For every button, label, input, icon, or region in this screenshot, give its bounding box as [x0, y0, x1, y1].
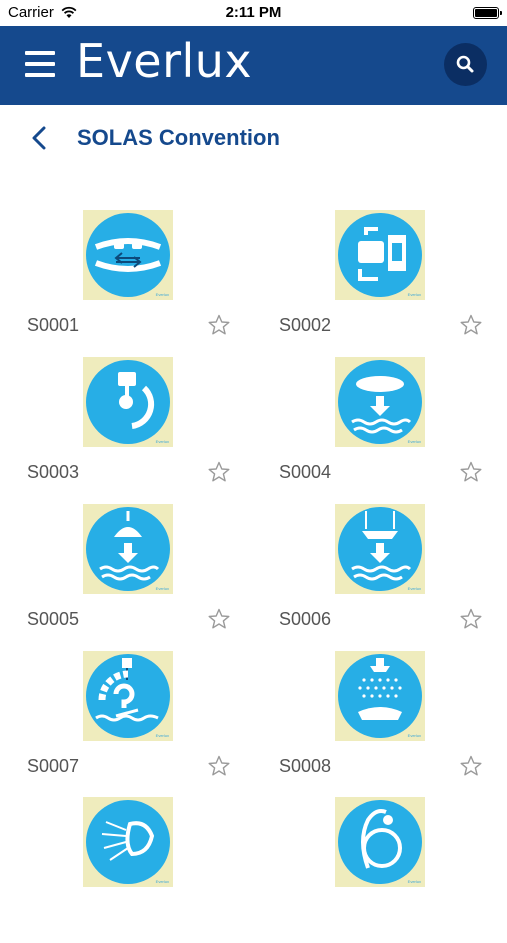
- sign-card: Everlux S0005: [27, 504, 272, 650]
- sign-card: Everlux S0008: [279, 651, 507, 797]
- star-outline-icon[interactable]: [208, 314, 230, 336]
- lifejacket-fasten-icon: [94, 238, 162, 272]
- battery-icon: [473, 7, 502, 19]
- clock: 2:11 PM: [225, 4, 282, 21]
- page-title: SOLAS Convention: [77, 125, 280, 150]
- search-icon: [456, 55, 474, 73]
- star-outline-icon[interactable]: [460, 608, 482, 630]
- sign-code: S0001: [27, 315, 80, 335]
- nav-bar: SOLAS Convention: [0, 105, 507, 171]
- sign-thumbnail[interactable]: Everlux: [335, 797, 425, 887]
- liferaft-lower-icon: [351, 376, 412, 434]
- sign-code: S0004: [279, 462, 332, 482]
- search-button[interactable]: [444, 43, 487, 86]
- sign-code: S0008: [279, 756, 332, 776]
- star-outline-icon[interactable]: [208, 461, 230, 483]
- status-bar: Carrier 2:11 PM: [0, 0, 507, 26]
- sprinkler-raft-icon: [358, 658, 402, 720]
- sign-card: Everlux S0003: [27, 357, 272, 503]
- sign-card: Everlux S0001: [27, 210, 272, 356]
- sign-thumbnail[interactable]: Everlux: [83, 504, 173, 594]
- winch-lever-icon: [118, 372, 155, 429]
- sign-card: Everlux S0007: [27, 651, 272, 797]
- sign-thumbnail[interactable]: Everlux: [335, 651, 425, 741]
- sign-thumbnail[interactable]: Everlux: [335, 357, 425, 447]
- star-outline-icon[interactable]: [208, 608, 230, 630]
- sign-code: S0007: [27, 756, 80, 776]
- star-outline-icon[interactable]: [460, 314, 482, 336]
- sign-code: S0005: [27, 609, 80, 629]
- sign-code: S0006: [279, 609, 332, 629]
- app-header: Everlux: [0, 26, 507, 105]
- sign-code: S0003: [27, 462, 80, 482]
- hook-release-icon: [95, 658, 159, 722]
- sign-card: Everlux S0002: [279, 210, 507, 356]
- sign-code: S0002: [279, 315, 332, 335]
- lifeboat-lower-icon: [99, 511, 160, 581]
- hand-release-icon: [358, 227, 406, 281]
- immersion-suit-icon: [361, 809, 402, 869]
- sign-thumbnail[interactable]: Everlux: [83, 797, 173, 887]
- star-outline-icon[interactable]: [460, 461, 482, 483]
- sign-thumbnail[interactable]: Everlux: [83, 210, 173, 300]
- sign-thumbnail[interactable]: Everlux: [335, 210, 425, 300]
- sign-thumbnail[interactable]: Everlux: [83, 357, 173, 447]
- star-outline-icon[interactable]: [460, 755, 482, 777]
- sign-card: Everlux S0004: [279, 357, 507, 503]
- back-button[interactable]: [28, 123, 52, 153]
- star-outline-icon[interactable]: [208, 755, 230, 777]
- sign-card: Everlux S0006: [279, 504, 507, 650]
- sign-card: Everlux: [279, 797, 507, 943]
- sign-thumbnail[interactable]: Everlux: [83, 651, 173, 741]
- hamburger-menu-icon[interactable]: [25, 51, 55, 77]
- brand-logo: Everlux: [76, 34, 253, 88]
- rescue-boat-lower-icon: [351, 511, 412, 581]
- spray-nozzle-icon: [101, 821, 155, 861]
- sign-thumbnail[interactable]: Everlux: [335, 504, 425, 594]
- chevron-left-icon: [32, 126, 46, 150]
- sign-card: Everlux: [27, 797, 272, 943]
